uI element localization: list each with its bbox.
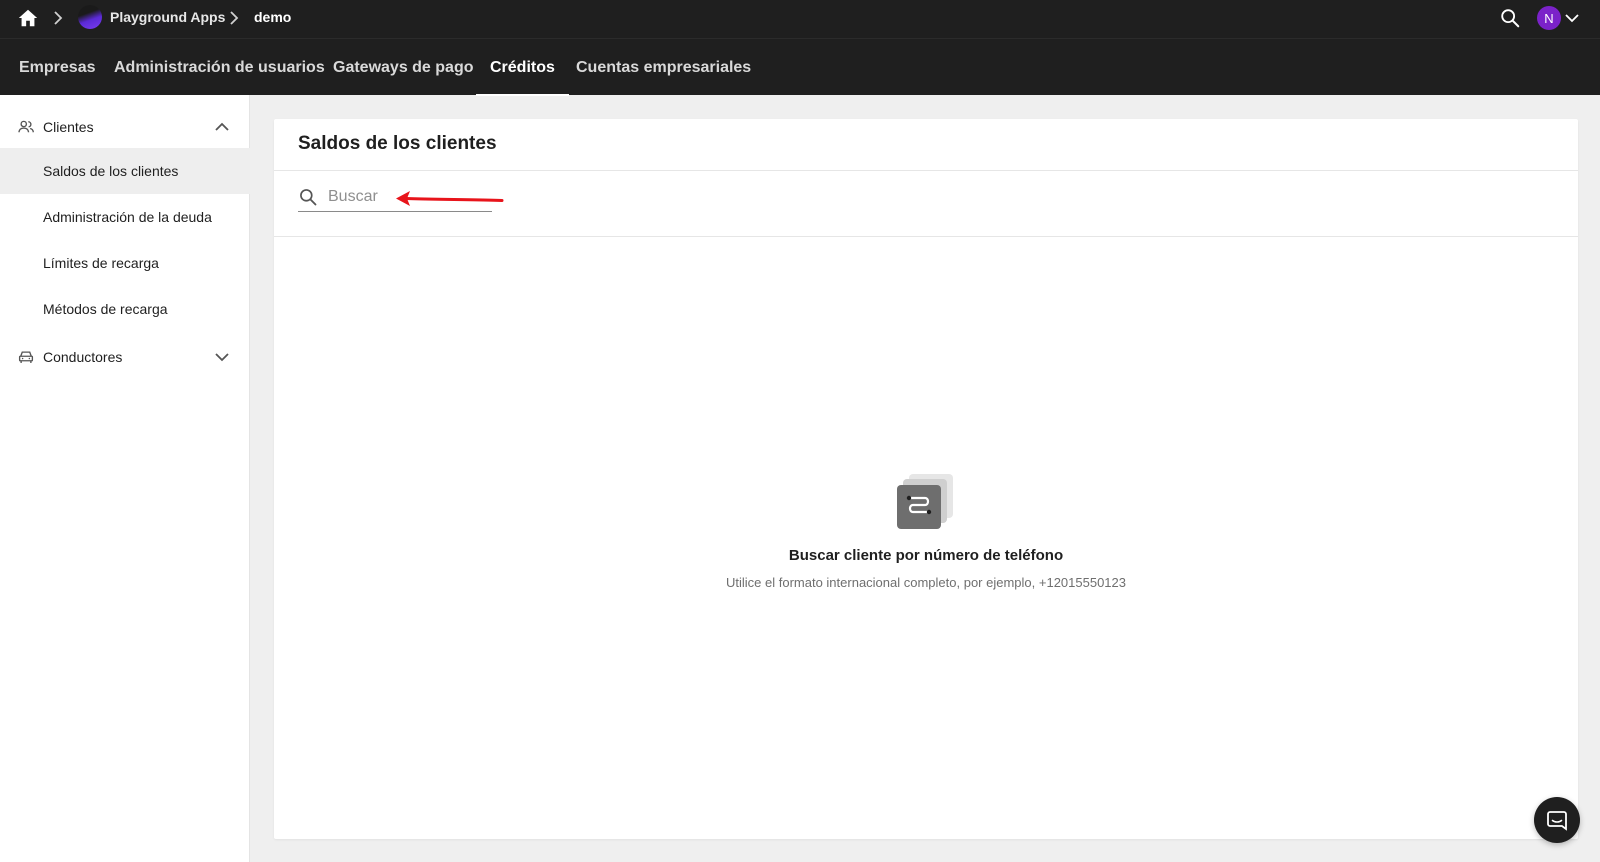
annotation-arrow-icon (396, 191, 504, 206)
empty-state-title: Buscar cliente por número de teléfono (788, 547, 1064, 564)
route-icon (897, 474, 953, 529)
chevron-down-icon (215, 353, 229, 362)
sidebar-group-label: Conductores (43, 349, 123, 365)
chat-button[interactable] (1534, 797, 1580, 843)
tab-creditos[interactable]: Créditos (476, 39, 569, 96)
page-title: Saldos de los clientes (298, 133, 497, 154)
sidebar-item-limites-recarga[interactable]: Límites de recarga (0, 240, 250, 286)
sidebar-item-metodos-recarga[interactable]: Métodos de recarga (0, 286, 250, 332)
breadcrumb-company[interactable]: Playground Apps (110, 9, 225, 25)
balances-card: Saldos de los clientes Buscar cliente po… (274, 119, 1578, 839)
chevron-right-icon (54, 11, 63, 25)
tab-gateways-pago[interactable]: Gateways de pago (333, 39, 474, 96)
divider (274, 170, 1578, 171)
sidebar-group-label: Clientes (43, 119, 94, 135)
chat-icon (1547, 811, 1567, 831)
company-logo[interactable] (78, 5, 102, 29)
sidebar-item-administracion-deuda[interactable]: Administración de la deuda (0, 194, 250, 240)
sidebar-group-clientes[interactable]: Clientes (0, 105, 250, 149)
car-icon (18, 351, 34, 363)
tab-cuentas-empresariales[interactable]: Cuentas empresariales (576, 39, 751, 96)
sidebar-item-saldos-clientes[interactable]: Saldos de los clientes (0, 148, 250, 194)
main-nav: Empresas Administración de usuarios Gate… (0, 38, 1600, 96)
sidebar-group-conductores[interactable]: Conductores (0, 335, 250, 379)
divider (274, 236, 1578, 237)
tab-administracion-usuarios[interactable]: Administración de usuarios (114, 39, 325, 96)
sidebar: Clientes Saldos de los clientes Administ… (0, 95, 250, 862)
chevron-up-icon (215, 122, 229, 131)
tab-empresas[interactable]: Empresas (19, 39, 96, 96)
top-bar: Playground Apps demo N (0, 0, 1600, 38)
search-icon (300, 189, 317, 206)
chevron-right-icon (230, 11, 239, 25)
empty-state-subtitle: Utilice el formato internacional complet… (726, 575, 1126, 590)
chevron-down-icon[interactable] (1564, 10, 1580, 26)
home-icon[interactable] (17, 7, 39, 29)
people-icon (18, 120, 35, 133)
user-avatar[interactable]: N (1537, 6, 1561, 30)
breadcrumb-current[interactable]: demo (254, 9, 291, 25)
search-icon[interactable] (1499, 7, 1521, 29)
